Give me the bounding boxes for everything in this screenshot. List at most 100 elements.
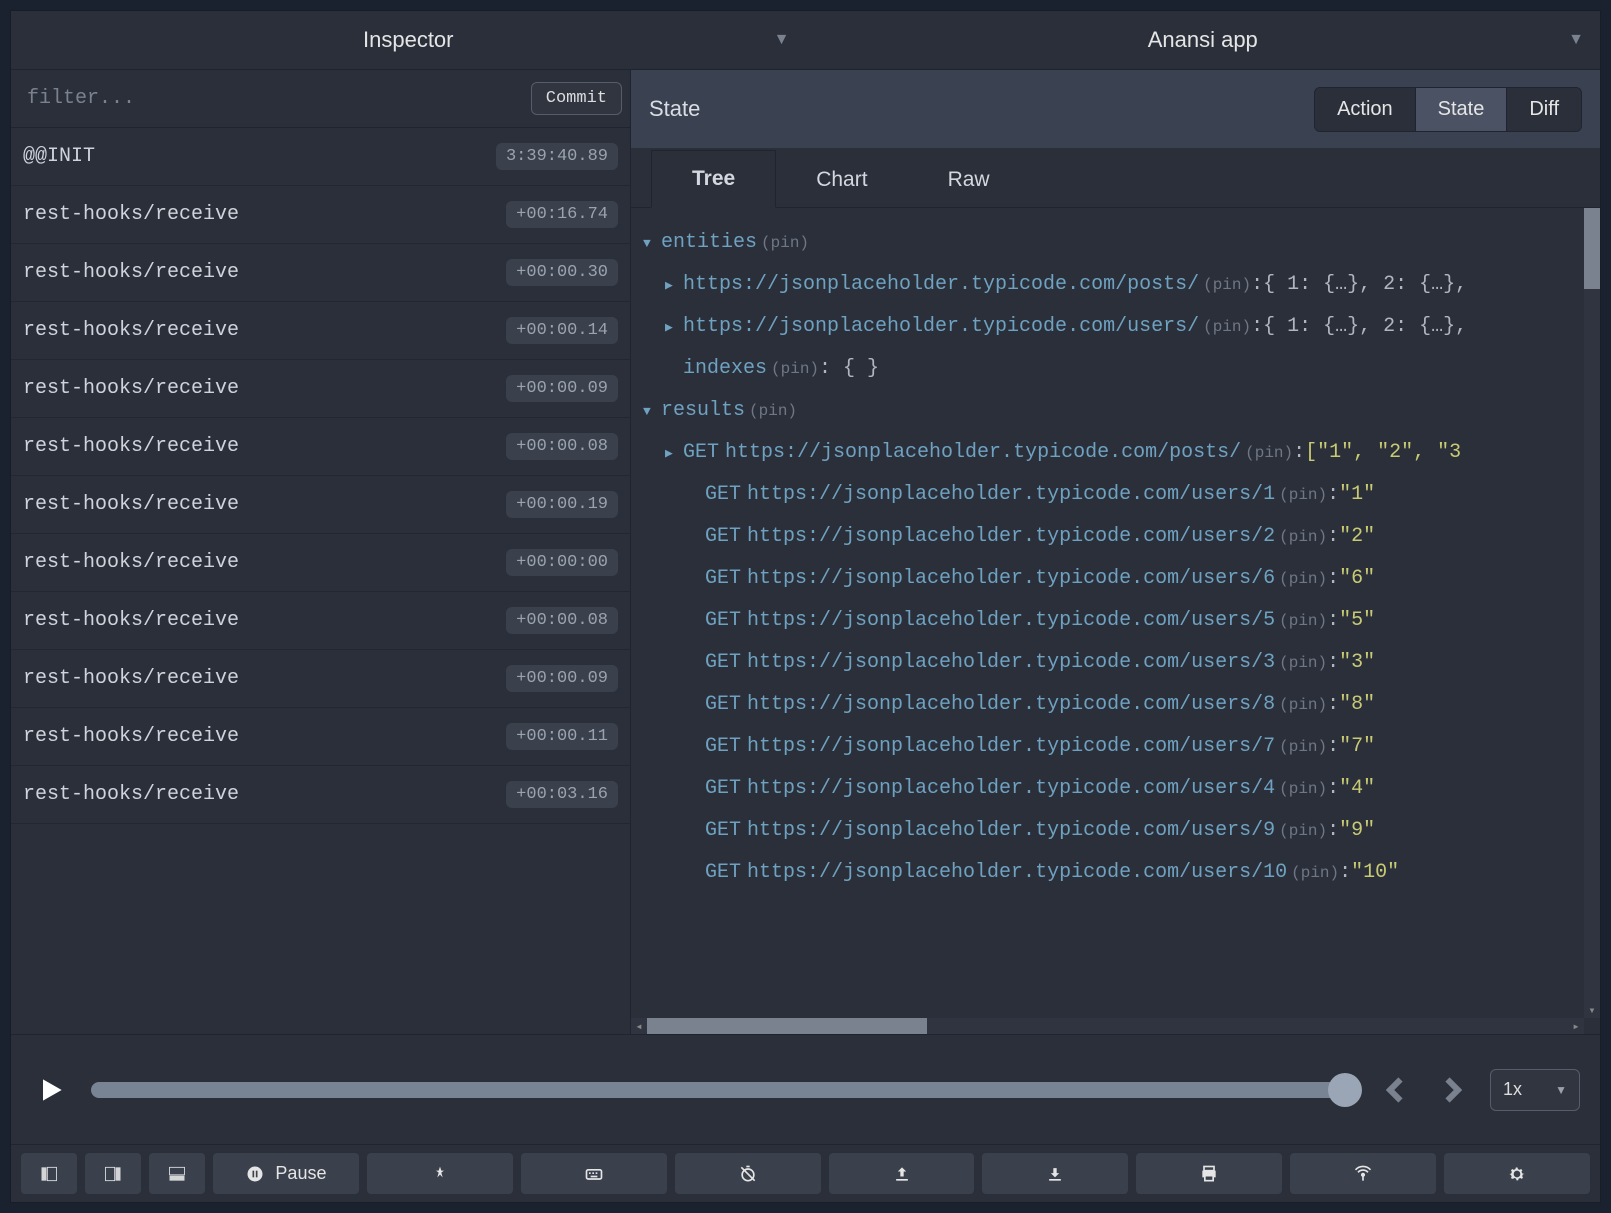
commit-button[interactable]: Commit <box>531 82 622 115</box>
action-row[interactable]: rest-hooks/receive+00:00.08 <box>11 592 630 650</box>
action-row[interactable]: rest-hooks/receive+00:00.14 <box>11 302 630 360</box>
lock-button[interactable] <box>367 1153 513 1194</box>
chevron-down-icon: ▼ <box>1568 31 1584 49</box>
action-row[interactable]: rest-hooks/receive+00:00.09 <box>11 650 630 708</box>
print-icon <box>1199 1164 1219 1184</box>
tree-node[interactable]: GEThttps://jsonplaceholder.typicode.com/… <box>643 684 1572 726</box>
action-row[interactable]: rest-hooks/receive+00:03.16 <box>11 766 630 824</box>
action-row[interactable]: rest-hooks/receive+00:16.74 <box>11 186 630 244</box>
segment-diff[interactable]: Diff <box>1507 88 1581 131</box>
pin-label: (pin) <box>1279 479 1327 513</box>
action-time: +00:00.19 <box>506 491 618 518</box>
pin-label: (pin) <box>1291 857 1339 891</box>
viewtabs-row: TreeChartRaw <box>631 148 1600 208</box>
tree-node[interactable]: GEThttps://jsonplaceholder.typicode.com/… <box>643 600 1572 642</box>
punc: : <box>1327 642 1339 684</box>
segment-action[interactable]: Action <box>1315 88 1416 131</box>
tree-node[interactable]: GEThttps://jsonplaceholder.typicode.com/… <box>643 516 1572 558</box>
vertical-scrollbar[interactable]: ▴ ▾ <box>1584 208 1600 1018</box>
viewtab-chart[interactable]: Chart <box>776 152 907 208</box>
tree-node[interactable]: https://jsonplaceholder.typicode.com/pos… <box>643 264 1572 306</box>
keyboard-icon <box>584 1164 604 1184</box>
speed-select[interactable]: 1x ▼ <box>1490 1069 1580 1111</box>
expand-icon[interactable] <box>665 264 683 306</box>
tree-summary: { 1: {…}, 2: {…}, <box>1263 306 1467 348</box>
tree-node[interactable]: entities (pin) <box>643 222 1572 264</box>
devtools-root: Inspector ▼ Anansi app ▼ Commit @@INIT3:… <box>10 10 1601 1203</box>
expand-icon[interactable] <box>665 306 683 348</box>
persist-button[interactable] <box>521 1153 667 1194</box>
action-row[interactable]: rest-hooks/receive+00:00.11 <box>11 708 630 766</box>
scroll-right-icon[interactable]: ▸ <box>1568 1018 1584 1034</box>
dock-bottom-button[interactable] <box>149 1153 205 1194</box>
tree-node[interactable]: GEThttps://jsonplaceholder.typicode.com/… <box>643 432 1572 474</box>
download-button[interactable] <box>982 1153 1128 1194</box>
collapse-icon[interactable] <box>643 222 661 264</box>
upload-button[interactable] <box>829 1153 975 1194</box>
tree-node[interactable]: GEThttps://jsonplaceholder.typicode.com/… <box>643 558 1572 600</box>
viewtab-tree[interactable]: Tree <box>651 150 776 208</box>
tree-node[interactable]: GEThttps://jsonplaceholder.typicode.com/… <box>643 726 1572 768</box>
pause-button[interactable]: Pause <box>213 1153 359 1194</box>
tree-url: https://jsonplaceholder.typicode.com/use… <box>747 558 1275 600</box>
inspector-dropdown[interactable]: Inspector ▼ <box>11 11 806 69</box>
tree-node[interactable]: GEThttps://jsonplaceholder.typicode.com/… <box>643 642 1572 684</box>
horizontal-scrollbar[interactable]: ◂ ▸ <box>631 1018 1584 1034</box>
tree-node[interactable]: GEThttps://jsonplaceholder.typicode.com/… <box>643 810 1572 852</box>
tree-node[interactable]: https://jsonplaceholder.typicode.com/use… <box>643 306 1572 348</box>
step-forward-button[interactable] <box>1434 1072 1470 1108</box>
http-method: GET <box>705 852 741 894</box>
action-time: +00:00.11 <box>506 723 618 750</box>
tree-url: https://jsonplaceholder.typicode.com/pos… <box>725 432 1241 474</box>
action-time: +00:00.08 <box>506 433 618 460</box>
main-row: Commit @@INIT3:39:40.89rest-hooks/receiv… <box>11 69 1600 1034</box>
action-list[interactable]: @@INIT3:39:40.89rest-hooks/receive+00:16… <box>11 128 630 1034</box>
action-name: rest-hooks/receive <box>23 609 239 632</box>
action-row[interactable]: rest-hooks/receive+00:00.09 <box>11 360 630 418</box>
action-row[interactable]: rest-hooks/receive+00:00.30 <box>11 244 630 302</box>
action-row[interactable]: @@INIT3:39:40.89 <box>11 128 630 186</box>
tree-node[interactable]: GEThttps://jsonplaceholder.typicode.com/… <box>643 474 1572 516</box>
pin-label: (pin) <box>1279 521 1327 555</box>
vertical-scroll-thumb[interactable] <box>1584 208 1600 289</box>
http-method: GET <box>705 810 741 852</box>
expand-icon[interactable] <box>665 432 683 474</box>
horizontal-scroll-thumb[interactable] <box>647 1018 927 1034</box>
action-row[interactable]: rest-hooks/receive+00:00.08 <box>11 418 630 476</box>
dock-right-button[interactable] <box>85 1153 141 1194</box>
play-button[interactable] <box>31 1070 71 1110</box>
punc: : <box>1327 726 1339 768</box>
instance-label: Anansi app <box>1148 27 1258 53</box>
tree-value: "5" <box>1339 600 1375 642</box>
playback-slider[interactable] <box>91 1082 1358 1098</box>
action-row[interactable]: rest-hooks/receive+00:00.19 <box>11 476 630 534</box>
action-name: rest-hooks/receive <box>23 667 239 690</box>
scroll-down-icon[interactable]: ▾ <box>1584 1002 1600 1018</box>
dock-bottom-icon <box>167 1164 187 1184</box>
action-row[interactable]: rest-hooks/receive+00:00:00 <box>11 534 630 592</box>
tree-node[interactable]: results (pin) <box>643 390 1572 432</box>
segment-state[interactable]: State <box>1416 88 1508 131</box>
scroll-left-icon[interactable]: ◂ <box>631 1018 647 1034</box>
settings-button[interactable] <box>1444 1153 1590 1194</box>
dock-left-button[interactable] <box>21 1153 77 1194</box>
playback-row: 1x ▼ <box>11 1034 1600 1144</box>
inspector-label: Inspector <box>363 27 454 53</box>
tree-node[interactable]: GEThttps://jsonplaceholder.typicode.com/… <box>643 768 1572 810</box>
action-time: +00:03.16 <box>506 781 618 808</box>
timer-off-button[interactable] <box>675 1153 821 1194</box>
state-title: State <box>649 96 1314 122</box>
filter-input[interactable] <box>19 81 531 116</box>
tree-url: https://jsonplaceholder.typicode.com/use… <box>747 600 1275 642</box>
step-back-button[interactable] <box>1378 1072 1414 1108</box>
tree-body[interactable]: entities (pin)https://jsonplaceholder.ty… <box>631 208 1584 1018</box>
viewtab-raw[interactable]: Raw <box>908 152 1030 208</box>
remote-button[interactable] <box>1290 1153 1436 1194</box>
slider-knob[interactable] <box>1328 1073 1362 1107</box>
tree-node[interactable]: indexes (pin): { } <box>643 348 1572 390</box>
tree-node[interactable]: GEThttps://jsonplaceholder.typicode.com/… <box>643 852 1572 894</box>
print-button[interactable] <box>1136 1153 1282 1194</box>
collapse-icon[interactable] <box>643 390 661 432</box>
instance-dropdown[interactable]: Anansi app ▼ <box>806 11 1601 69</box>
action-name: @@INIT <box>23 145 95 168</box>
